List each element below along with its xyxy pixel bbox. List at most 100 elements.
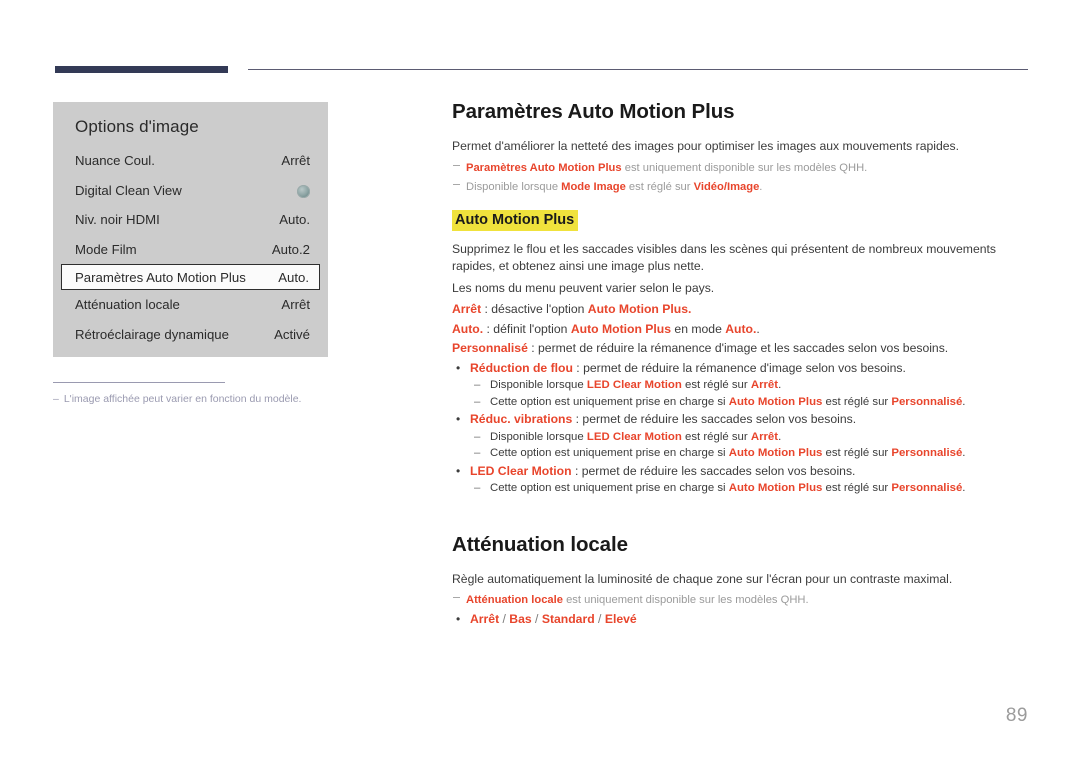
sub-term: Auto Motion Plus xyxy=(728,395,823,408)
sub-term: Auto Motion Plus xyxy=(728,482,823,494)
option-ref: Auto. xyxy=(725,321,757,336)
menu-item-value: Auto. xyxy=(278,269,309,285)
menu-item-value: Activé xyxy=(274,326,310,342)
content-column: Paramètres Auto Motion Plus Permet d'amé… xyxy=(452,100,1030,630)
menu-item-retroeclairage-dynamique[interactable]: Rétroéclairage dynamique Activé xyxy=(53,320,328,350)
value-separator: / xyxy=(594,612,605,626)
menu-item-digital-clean-view[interactable]: Digital Clean View xyxy=(53,176,328,206)
bullet-text: LED Clear Motion : permet de réduire les… xyxy=(470,463,1030,481)
option-ref: Auto Motion Plus. xyxy=(587,302,692,316)
sub-text: est réglé sur xyxy=(681,379,751,391)
value-option: Bas xyxy=(509,612,532,626)
bullet-text: Réduc. vibrations : permet de réduire le… xyxy=(470,411,1030,429)
menu-item-label: Niv. noir HDMI xyxy=(75,212,160,228)
sub-term: Auto Motion Plus xyxy=(728,447,823,459)
tv-menu-panel: Options d'image Nuance Coul. Arrêt Digit… xyxy=(53,102,328,357)
menu-item-parametres-auto-motion-plus[interactable]: Paramètres Auto Motion Plus Auto. xyxy=(61,264,320,290)
menu-item-label: Atténuation locale xyxy=(75,297,180,313)
option-personnalise: Personnalisé : permet de réduire la réma… xyxy=(452,340,1030,358)
sub-text: Cette option est uniquement prise en cha… xyxy=(490,395,729,408)
option-desc: . xyxy=(756,321,760,336)
menu-item-value: Arrêt xyxy=(281,297,310,313)
menu-item-label: Digital Clean View xyxy=(75,182,182,198)
menu-item-value: Auto. xyxy=(279,212,310,228)
sub-term: Personnalisé xyxy=(891,447,963,459)
sub-term: Personnalisé xyxy=(891,395,963,408)
sub-item: Cette option est uniquement prise en cha… xyxy=(470,445,1030,462)
value-option: Arrêt xyxy=(470,612,500,626)
section2-values-list: Arrêt / Bas / Standard / Elevé xyxy=(452,611,1030,629)
section1-paragraph-2: Les noms du menu peuvent varier selon le… xyxy=(452,280,715,295)
bullet-text: Arrêt / Bas / Standard / Elevé xyxy=(470,611,1030,629)
menu-item-label: Paramètres Auto Motion Plus xyxy=(75,269,246,285)
option-desc: en mode xyxy=(671,321,726,336)
sub-term: LED Clear Motion xyxy=(586,379,682,391)
section2-note: Atténuation locale est uniquement dispon… xyxy=(452,592,1030,609)
note-text: Disponible lorsque xyxy=(466,180,562,193)
header-rule-accent xyxy=(55,66,228,73)
note-text: . xyxy=(759,180,763,193)
option-term: Auto. xyxy=(452,321,484,336)
sub-text: . xyxy=(962,447,966,459)
sub-text: Cette option est uniquement prise en cha… xyxy=(490,447,729,459)
menu-item-label: Nuance Coul. xyxy=(75,153,155,169)
bullet-sublist: Disponible lorsque LED Clear Motion est … xyxy=(470,429,1030,462)
sub-text: . xyxy=(962,395,966,408)
value-separator: / xyxy=(531,612,542,626)
bullet-term: Réduc. vibrations xyxy=(470,412,573,426)
value-separator: / xyxy=(499,612,510,626)
menu-item-attenuation-locale[interactable]: Atténuation locale Arrêt xyxy=(53,290,328,320)
section2-title: Atténuation locale xyxy=(452,532,628,556)
page-number: 89 xyxy=(1005,705,1028,726)
sub-term: Arrêt xyxy=(750,430,779,443)
option-auto: Auto. : définit l'option Auto Motion Plu… xyxy=(452,321,1030,339)
figure-note: – L'image affichée peut varier en fonctio… xyxy=(53,393,383,405)
bullet-term: Réduction de flou xyxy=(470,360,573,375)
option-desc: : définit l'option xyxy=(483,321,571,336)
sub-text: est réglé sur xyxy=(681,430,751,443)
bullet-attenuation-values: Arrêt / Bas / Standard / Elevé xyxy=(452,611,1030,629)
bullet-led-clear-motion: LED Clear Motion : permet de réduire les… xyxy=(452,463,1030,497)
header-rule-line xyxy=(248,69,1028,70)
sub-item: Disponible lorsque LED Clear Motion est … xyxy=(470,429,1030,446)
menu-item-label: Rétroéclairage dynamique xyxy=(75,326,229,342)
section1-intro: Permet d'améliorer la netteté des images… xyxy=(452,139,959,153)
sub-term: Arrêt xyxy=(750,379,779,391)
menu-item-list: Nuance Coul. Arrêt Digital Clean View Ni… xyxy=(53,146,328,349)
sub-item: Cette option est uniquement prise en cha… xyxy=(470,394,1030,411)
menu-item-value: Auto.2 xyxy=(271,241,310,257)
option-term: Arrêt xyxy=(452,302,482,316)
note-text: est uniquement disponible sur les modèle… xyxy=(562,594,809,606)
sub-item: Disponible lorsque LED Clear Motion est … xyxy=(470,377,1030,394)
subsection-heading-auto-motion-plus: Auto Motion Plus xyxy=(452,209,579,231)
note-text: est réglé sur xyxy=(625,180,694,193)
note-term: Mode Image xyxy=(561,180,626,193)
option-bullet-list: Réduction de flou : permet de réduire la… xyxy=(452,360,1030,497)
sub-text: est réglé sur xyxy=(822,482,892,494)
bullet-reduc-vibrations: Réduc. vibrations : permet de réduire le… xyxy=(452,411,1030,462)
toggle-dot-icon[interactable] xyxy=(297,184,310,198)
sub-term: LED Clear Motion xyxy=(586,430,682,443)
sub-text: Cette option est uniquement prise en cha… xyxy=(490,482,729,494)
menu-item-niv-noir-hdmi[interactable]: Niv. noir HDMI Auto. xyxy=(53,205,328,235)
bullet-reduction-de-flou: Réduction de flou : permet de réduire la… xyxy=(452,360,1030,411)
option-term: Personnalisé xyxy=(452,341,528,355)
bullet-desc: : permet de réduire les saccades selon v… xyxy=(572,412,857,426)
menu-panel-title: Options d'image xyxy=(75,117,199,136)
option-desc: : permet de réduire la rémanence d'image… xyxy=(527,341,949,355)
menu-item-value: Arrêt xyxy=(281,153,310,169)
sub-text: . xyxy=(962,482,966,494)
note-term: Atténuation locale xyxy=(466,594,563,606)
option-ref: Auto Motion Plus xyxy=(570,321,672,336)
menu-item-mode-film[interactable]: Mode Film Auto.2 xyxy=(53,235,328,265)
sub-item: Cette option est uniquement prise en cha… xyxy=(470,480,1030,497)
sub-text: . xyxy=(778,379,782,391)
menu-item-nuance-coul[interactable]: Nuance Coul. Arrêt xyxy=(53,146,328,176)
sub-text: est réglé sur xyxy=(822,447,892,459)
bullet-desc: : permet de réduire les saccades selon v… xyxy=(571,463,856,478)
value-option: Standard xyxy=(541,612,595,626)
sub-text: . xyxy=(778,430,782,443)
note-term: Vidéo/Image xyxy=(693,180,760,193)
sub-text: est réglé sur xyxy=(822,395,892,408)
option-desc: : désactive l'option xyxy=(481,302,588,316)
